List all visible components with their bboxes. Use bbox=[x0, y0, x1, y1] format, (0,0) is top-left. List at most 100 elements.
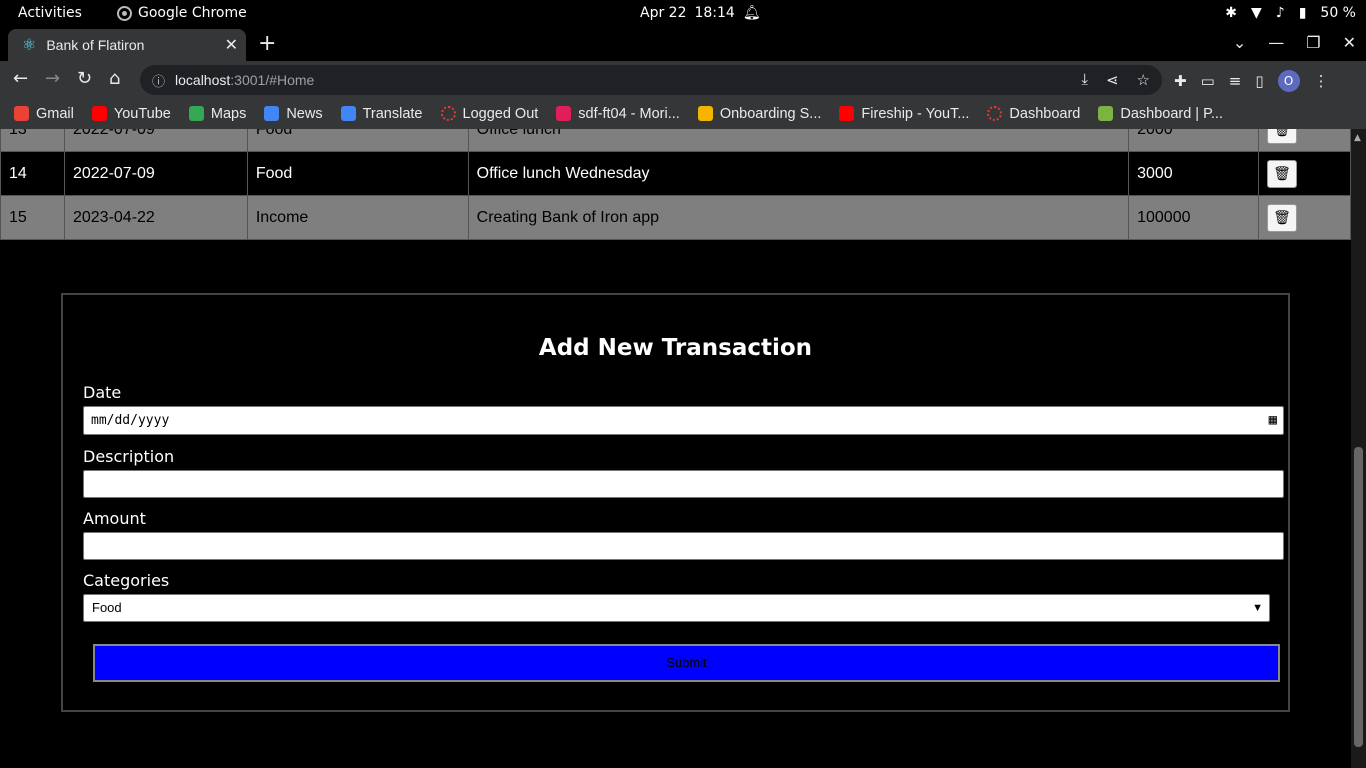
app-menu[interactable]: Google Chrome bbox=[117, 5, 247, 21]
bookmark-favicon-icon bbox=[987, 106, 1003, 121]
minimize-icon[interactable]: — bbox=[1268, 33, 1284, 52]
bookmark-item[interactable]: Fireship - YouT... bbox=[839, 106, 969, 122]
media-icon[interactable]: ≡ bbox=[1229, 72, 1242, 90]
bookmark-item[interactable]: Gmail bbox=[14, 106, 74, 122]
forward-icon[interactable]: → bbox=[45, 68, 60, 89]
address-bar[interactable]: ⓘ localhost:3001/#Home ⤓ ⋖ ☆ bbox=[140, 65, 1162, 95]
tab-search-icon[interactable]: ⌄ bbox=[1233, 33, 1246, 52]
form-title: Add New Transaction bbox=[538, 335, 813, 361]
amount-label: Amount bbox=[83, 509, 146, 528]
clock[interactable]: Apr 22 18:14 🔔︎ bbox=[640, 5, 761, 21]
browser-toolbar: ← → ↻ ⌂ ⓘ localhost:3001/#Home ⤓ ⋖ ☆ ✚ ▭… bbox=[0, 61, 1366, 98]
bookmark-item[interactable]: Onboarding S... bbox=[697, 105, 822, 122]
maximize-icon[interactable]: ❐ bbox=[1306, 33, 1320, 52]
calendar-icon[interactable]: ▦ bbox=[1269, 407, 1277, 434]
cell-category: Income bbox=[246, 195, 469, 240]
bookmark-favicon-icon bbox=[1098, 106, 1114, 121]
delete-button[interactable]: 🗑︎ bbox=[1267, 159, 1298, 188]
bookmark-label: Fireship - YouT... bbox=[861, 105, 970, 122]
system-tray[interactable]: ✱ ▼ ♪ ▮ 50 % bbox=[1225, 5, 1356, 21]
bookmark-favicon-icon bbox=[91, 106, 107, 121]
categories-label: Categories bbox=[83, 571, 170, 590]
bookmark-item[interactable]: News bbox=[264, 105, 323, 122]
cell-amount: 100000 bbox=[1128, 195, 1260, 240]
table-row: 14 2022-07-09 Food Office lunch Wednesday 30… bbox=[0, 151, 1351, 196]
app-name: Google Chrome bbox=[138, 5, 247, 21]
page-viewport: 13 2022-07-09 Food Office lunch 2000 🗑︎ 14 2022… bbox=[0, 129, 1366, 768]
clock-time: 18:14 bbox=[694, 5, 735, 21]
cell-description: Creating Bank of Iron app bbox=[467, 195, 1130, 240]
close-window-icon[interactable]: ✕ bbox=[1343, 33, 1356, 52]
bookmark-star-icon[interactable]: ☆ bbox=[1137, 71, 1150, 89]
chevron-down-icon: ▼ bbox=[1252, 602, 1263, 614]
delete-button[interactable]: 🗑︎ bbox=[1267, 129, 1298, 144]
description-input[interactable] bbox=[83, 470, 1284, 498]
bookmark-item[interactable]: Dashboard bbox=[987, 106, 1080, 122]
cell-date: 2023-04-22 bbox=[63, 195, 248, 240]
bookmark-label: Gmail bbox=[36, 105, 74, 122]
bookmark-item[interactable]: Logged Out bbox=[440, 106, 538, 122]
url-host: localhost bbox=[175, 72, 231, 88]
trash-icon: 🗑︎ bbox=[1273, 129, 1291, 137]
scrollbar-thumb[interactable] bbox=[1354, 447, 1363, 747]
chrome-icon bbox=[117, 5, 132, 21]
bookmark-item[interactable]: Dashboard | P... bbox=[1098, 106, 1223, 122]
page-scrollbar[interactable]: ▲ bbox=[1351, 129, 1366, 768]
bookmark-label: Onboarding S... bbox=[719, 105, 822, 122]
window-controls: ⌄ — ❐ ✕ bbox=[1233, 33, 1356, 52]
table-row: 15 2023-04-22 Income Creating Bank of Iron … bbox=[0, 195, 1351, 240]
cell-category: Food bbox=[246, 129, 469, 152]
cell-category: Food bbox=[246, 151, 469, 196]
new-tab-button[interactable]: + bbox=[258, 31, 276, 56]
react-icon: ⚛ bbox=[22, 37, 37, 54]
reload-icon[interactable]: ↻ bbox=[77, 68, 92, 89]
tab-bank-of-flatiron[interactable]: ⚛ Bank of Flatiron ✕ bbox=[8, 29, 246, 61]
close-tab-icon[interactable]: ✕ bbox=[225, 35, 238, 55]
cell-amount: 3000 bbox=[1128, 151, 1260, 196]
bookmark-label: Translate bbox=[362, 105, 423, 122]
submit-button[interactable]: Submit bbox=[93, 644, 1280, 682]
bookmark-item[interactable]: Translate bbox=[340, 105, 423, 122]
bookmark-label: Dashboard | P... bbox=[1120, 105, 1223, 122]
url-path: :3001/#Home bbox=[230, 72, 315, 88]
cast-icon[interactable]: ▭ bbox=[1201, 72, 1215, 90]
extensions-icon[interactable]: ✚ bbox=[1174, 72, 1187, 90]
cell-id: 13 bbox=[0, 129, 65, 152]
cell-id: 14 bbox=[0, 151, 65, 196]
back-icon[interactable]: ← bbox=[13, 68, 28, 89]
bookmark-item[interactable]: YouTube bbox=[91, 106, 171, 122]
bookmark-favicon-icon bbox=[340, 106, 356, 121]
bookmark-favicon-icon bbox=[697, 106, 713, 121]
share-icon[interactable]: ⋖ bbox=[1106, 71, 1119, 89]
bookmark-favicon-icon bbox=[440, 106, 456, 121]
home-icon[interactable]: ⌂ bbox=[109, 68, 120, 89]
tab-strip: ⚛ Bank of Flatiron ✕ + ⌄ — ❐ ✕ bbox=[0, 27, 1366, 61]
install-icon[interactable]: ⤓ bbox=[1081, 71, 1088, 89]
profile-avatar[interactable]: O bbox=[1277, 70, 1300, 92]
activities-button[interactable]: Activities bbox=[18, 5, 82, 21]
bookmark-item[interactable]: Maps bbox=[188, 106, 246, 122]
bookmark-favicon-icon bbox=[839, 106, 855, 121]
amount-input[interactable] bbox=[83, 532, 1284, 560]
table-row: 13 2022-07-09 Food Office lunch 2000 🗑︎ bbox=[0, 129, 1351, 152]
menu-icon[interactable]: ⋮ bbox=[1314, 72, 1329, 90]
bookmark-item[interactable]: sdf-ft04 - Mori... bbox=[556, 106, 680, 122]
site-info-icon[interactable]: ⓘ bbox=[152, 71, 165, 90]
cell-actions: 🗑︎ bbox=[1258, 151, 1351, 196]
cell-amount: 2000 bbox=[1128, 129, 1260, 152]
cell-description: Office lunch Wednesday bbox=[467, 151, 1130, 196]
bell-icon: 🔔︎ bbox=[742, 5, 761, 21]
system-top-bar: Activities Google Chrome Apr 22 18:14 🔔︎… bbox=[0, 0, 1366, 27]
date-input[interactable]: mm/dd/yyyy ▦ bbox=[83, 406, 1284, 435]
battery-percent: 50 % bbox=[1320, 5, 1356, 21]
delete-button[interactable]: 🗑︎ bbox=[1267, 203, 1298, 232]
scroll-up-icon[interactable]: ▲ bbox=[1354, 133, 1361, 143]
wifi-icon: ▼ bbox=[1250, 5, 1262, 21]
bookmark-label: News bbox=[286, 105, 323, 122]
transactions-table: 13 2022-07-09 Food Office lunch 2000 🗑︎ 14 2022… bbox=[0, 129, 1351, 240]
cell-date: 2022-07-09 bbox=[63, 129, 248, 152]
omnibox-actions: ⤓ ⋖ ☆ bbox=[1081, 71, 1150, 89]
side-panel-icon[interactable]: ▯ bbox=[1255, 72, 1263, 90]
category-select[interactable]: Food ▼ bbox=[83, 594, 1270, 622]
bookmark-favicon-icon bbox=[556, 106, 572, 121]
